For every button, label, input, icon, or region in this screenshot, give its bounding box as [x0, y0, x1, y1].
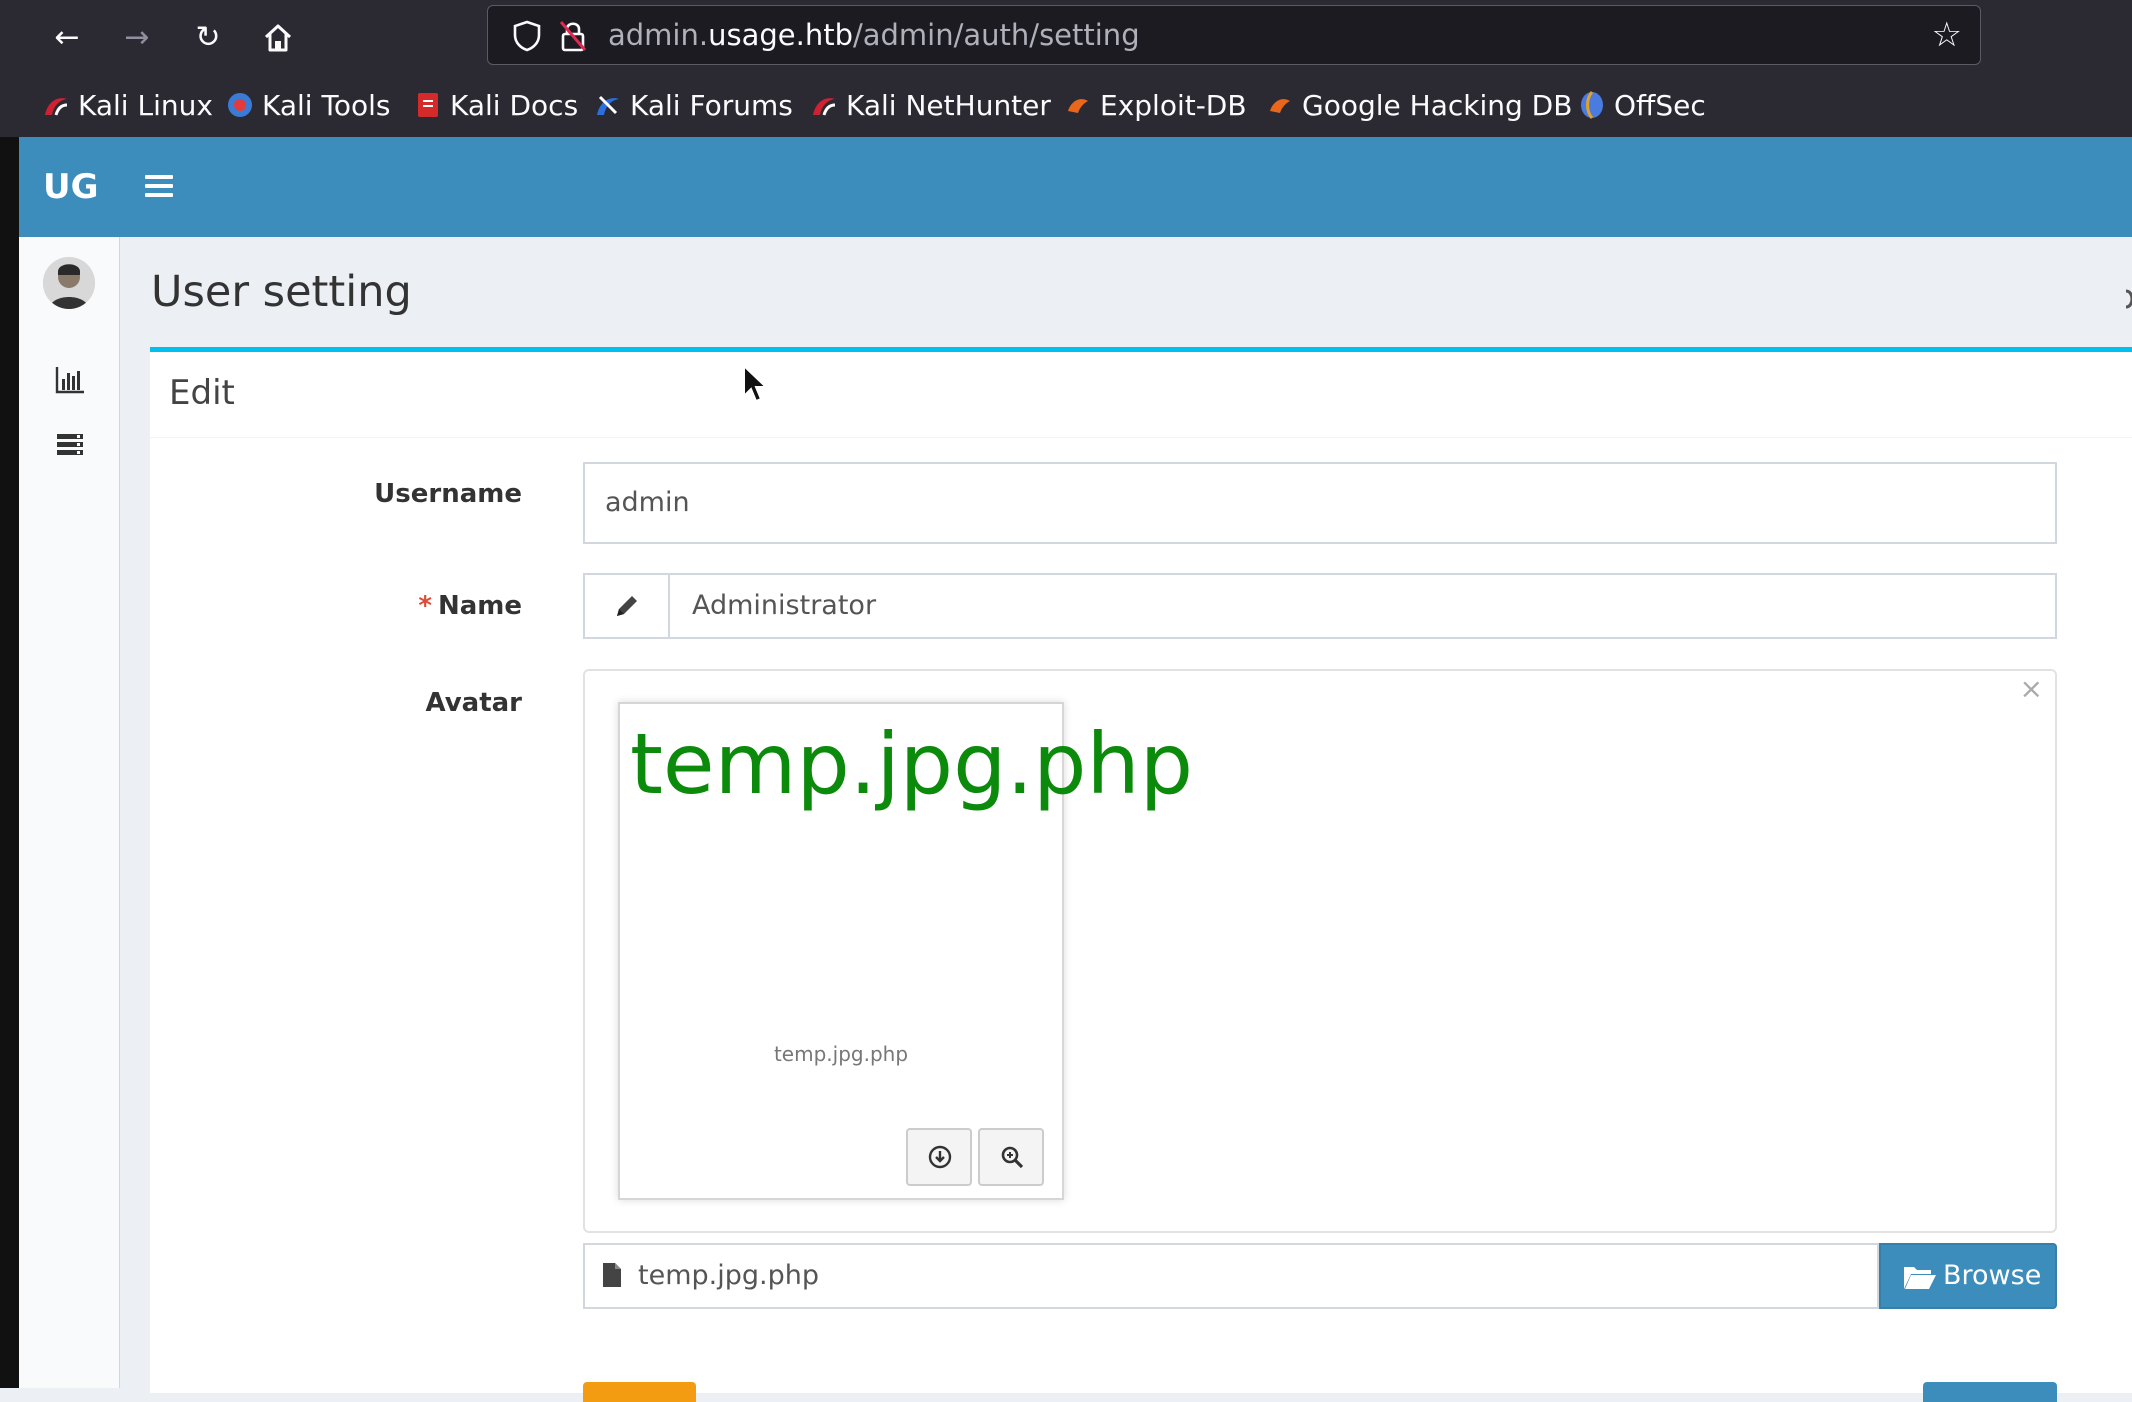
sidebar-toggle-icon[interactable] [145, 170, 173, 204]
offsec-icon [1578, 90, 1606, 119]
kali-nethunter-icon [810, 90, 838, 118]
kali-forums-icon [594, 90, 622, 118]
bookmark-exploit-db[interactable]: Exploit-DB [1064, 86, 1247, 126]
bookmark-kali-docs[interactable]: Kali Docs [414, 86, 578, 126]
file-name-field[interactable]: temp.jpg.php [583, 1243, 1879, 1309]
download-button[interactable] [906, 1128, 972, 1186]
edit-form-box: Edit Username admin * Name Administrator … [150, 347, 2132, 1402]
reload-icon[interactable]: ↻ [186, 16, 230, 60]
browse-button[interactable]: Browse [1879, 1243, 2057, 1309]
name-value: Administrator [692, 590, 877, 621]
name-label: * Name [418, 591, 522, 621]
username-value: admin [605, 487, 690, 518]
exploit-db-icon [1064, 90, 1092, 118]
sidebar [19, 237, 120, 1388]
submit-button[interactable] [1923, 1382, 2057, 1402]
shield-icon[interactable] [512, 20, 542, 52]
forward-arrow-icon[interactable]: → [115, 16, 159, 60]
page-title: User setting [151, 267, 412, 317]
box-header: Edit [150, 352, 2132, 438]
browse-label: Browse [1943, 1260, 2042, 1291]
file-preview-thumbnail: temp.jpg.php temp.jpg.php [618, 702, 1193, 1200]
app-logo[interactable]: UG [43, 137, 99, 237]
username-field[interactable]: admin [583, 462, 2057, 544]
pencil-icon [617, 596, 637, 616]
server-list-icon[interactable] [54, 430, 86, 460]
download-icon [928, 1145, 952, 1169]
required-mark: * [418, 591, 432, 621]
bookmarks-toolbar: Kali Linux Kali Tools Kali Docs Kali For… [0, 86, 2132, 126]
insecure-lock-icon[interactable] [558, 19, 588, 53]
box-title: Edit [169, 373, 235, 413]
bookmark-kali-linux[interactable]: Kali Linux [42, 86, 213, 126]
ghdb-icon [1266, 90, 1294, 118]
file-preview-frame: × temp.jpg.php temp.jpg.php [583, 669, 2057, 1233]
zoom-in-icon [1001, 1146, 1024, 1169]
bookmark-kali-nethunter[interactable]: Kali NetHunter [810, 86, 1051, 126]
avatar-label: Avatar [425, 688, 522, 718]
kali-tools-icon [226, 90, 254, 118]
bookmark-kali-forums[interactable]: Kali Forums [594, 86, 793, 126]
browser-chrome: ← → ↻ admin.usage.htb/admin/auth/setting… [0, 0, 2132, 137]
bookmark-google-hacking-db[interactable]: Google Hacking DB [1266, 86, 1572, 126]
kali-docs-icon [414, 90, 442, 118]
main-header: UG [19, 137, 2132, 237]
bar-chart-icon[interactable] [54, 365, 86, 395]
window-edge [0, 137, 19, 1388]
name-field[interactable]: Administrator [583, 573, 2057, 639]
fullscreen-icon[interactable] [2120, 287, 2132, 311]
kali-dragon-icon [42, 90, 70, 118]
username-label: Username [374, 479, 522, 509]
name-addon [585, 575, 670, 637]
reset-button[interactable] [583, 1382, 696, 1402]
preview-caption: temp.jpg.php [773, 1042, 909, 1066]
back-arrow-icon[interactable]: ← [45, 16, 89, 60]
zoom-button[interactable] [978, 1128, 1044, 1186]
bookmark-offsec[interactable]: OffSec [1578, 86, 1706, 126]
file-icon [603, 1263, 621, 1287]
home-icon[interactable] [256, 16, 300, 60]
name-label-text: Name [437, 591, 522, 621]
url-text[interactable]: admin.usage.htb/admin/auth/setting [608, 6, 1140, 64]
bookmark-star-icon[interactable]: ☆ [1932, 16, 1962, 54]
preview-filename: temp.jpg.php [630, 715, 1194, 813]
mouse-cursor-icon [743, 364, 768, 403]
user-avatar[interactable] [43, 257, 95, 309]
address-bar[interactable]: admin.usage.htb/admin/auth/setting ☆ [487, 5, 1981, 65]
remove-file-icon[interactable]: × [2020, 671, 2043, 707]
bookmark-kali-tools[interactable]: Kali Tools [226, 86, 390, 126]
selected-file-name: temp.jpg.php [638, 1260, 819, 1291]
folder-open-icon [1904, 1267, 1936, 1289]
